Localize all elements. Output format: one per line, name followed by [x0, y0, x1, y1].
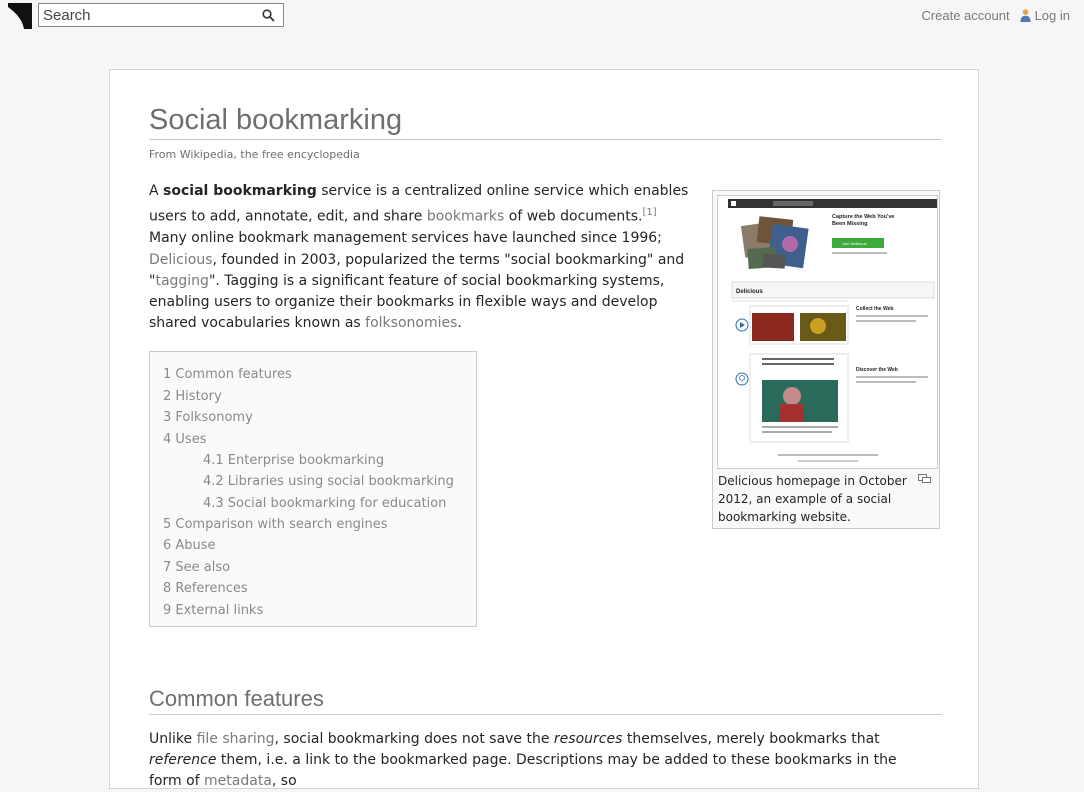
- login-label: Log in: [1034, 8, 1070, 23]
- login-link[interactable]: Log in: [1020, 8, 1070, 23]
- link-delicious[interactable]: Delicious: [149, 252, 213, 268]
- create-account-link[interactable]: Create account: [921, 8, 1009, 23]
- text: , so: [271, 773, 297, 789]
- lead-paragraph: A social bookmarking service is a centra…: [149, 181, 694, 335]
- screenshot-discover-heading: Discover the Web: [856, 367, 898, 373]
- toc-item[interactable]: 9 External links: [163, 600, 476, 622]
- site-tagline: From Wikipedia, the free encyclopedia: [149, 148, 360, 161]
- section-paragraph: Unlike file sharing, social bookmarking …: [149, 729, 909, 792]
- toc-item[interactable]: 4.1 Enterprise bookmarking: [163, 450, 476, 471]
- emphasis-resources: resources: [553, 731, 623, 747]
- toc-item[interactable]: 5 Comparison with search engines: [163, 514, 476, 536]
- toc-item[interactable]: 7 See also: [163, 557, 476, 579]
- screenshot-join-label: Join Delicious: [842, 241, 867, 246]
- toc-item[interactable]: 1 Common features: [163, 364, 476, 386]
- toc-item[interactable]: 3 Folksonomy: [163, 407, 476, 429]
- page-title: Social bookmarking: [149, 104, 942, 140]
- reference-link[interactable]: [1]: [643, 207, 657, 218]
- table-of-contents: 1 Common features 2 History 3 Folksonomy 4 …: [149, 351, 477, 627]
- thumbnail-caption: Delicious homepage in October 2012, an e…: [718, 474, 907, 524]
- article-content: Social bookmarking From Wikipedia, the f…: [109, 69, 979, 789]
- delicious-homepage-screenshot[interactable]: Capture the Web You've Been Missing Join …: [717, 195, 938, 469]
- text: Unlike: [149, 731, 197, 747]
- search-box: [38, 3, 284, 27]
- toc-item[interactable]: 4.2 Libraries using social bookmarking: [163, 471, 476, 492]
- thumbnail-figure: Capture the Web You've Been Missing Join …: [712, 190, 940, 529]
- text: , social bookmarking does not save the: [274, 731, 554, 747]
- link-file-sharing[interactable]: file sharing: [197, 731, 275, 747]
- search-icon[interactable]: [262, 9, 275, 22]
- toc-list: 1 Common features 2 History 3 Folksonomy 4 …: [150, 352, 476, 621]
- link-tagging[interactable]: tagging: [155, 273, 209, 289]
- bold-term: social bookmarking: [163, 183, 317, 199]
- toc-item[interactable]: 4.3 Social bookmarking for education: [163, 493, 476, 514]
- toc-item[interactable]: 6 Abuse: [163, 535, 476, 557]
- toc-item[interactable]: 4 Uses: [163, 429, 476, 451]
- toc-item[interactable]: 8 References: [163, 578, 476, 600]
- user-icon: [1020, 9, 1031, 22]
- link-folksonomies[interactable]: folksonomies: [365, 315, 457, 331]
- section-heading-common-features: Common features: [149, 686, 942, 715]
- search-input[interactable]: [39, 4, 259, 26]
- text: Many online bookmark management services…: [149, 230, 662, 247]
- screenshot-collect-heading: Collect the Web: [856, 306, 893, 312]
- link-metadata[interactable]: metadata: [204, 773, 272, 789]
- text: themselves, merely bookmarks that: [622, 731, 880, 747]
- toc-item[interactable]: 2 History: [163, 386, 476, 408]
- enlarge-icon[interactable]: [918, 474, 931, 483]
- link-bookmarks[interactable]: bookmarks: [427, 209, 505, 225]
- screenshot-drawing: Capture the Web You've Been Missing Join …: [718, 196, 937, 468]
- screenshot-site-name: Delicious: [736, 289, 763, 295]
- text: .: [457, 315, 462, 332]
- top-bar: Create account Log in: [0, 0, 1084, 40]
- text: A: [149, 183, 164, 199]
- emphasis-reference: reference: [149, 752, 217, 768]
- account-links: Create account Log in: [921, 8, 1070, 23]
- wikipedia-logo-icon[interactable]: [8, 3, 32, 29]
- text: of web documents.: [504, 208, 643, 225]
